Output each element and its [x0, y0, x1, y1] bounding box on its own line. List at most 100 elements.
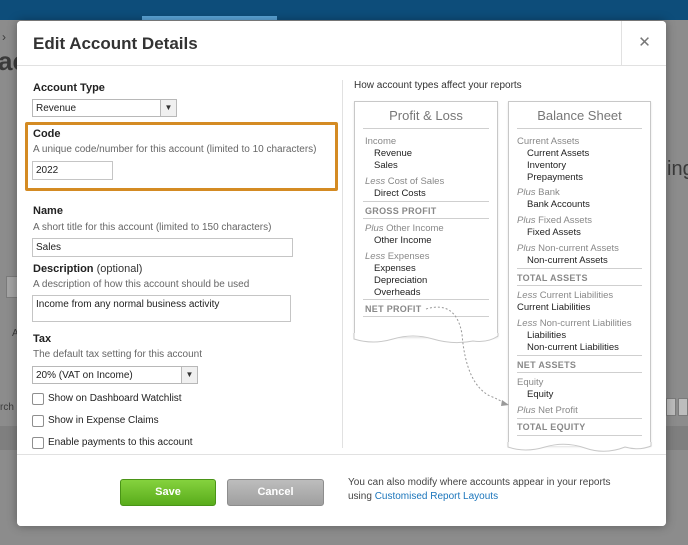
- bs-plus-word-2: Plus: [517, 215, 536, 226]
- enable-payments-checkbox[interactable]: [32, 437, 44, 449]
- bs-noncurrent-assets-group: Plus Non-current Assets: [517, 243, 619, 254]
- bs-current-assets: Current Assets: [527, 148, 590, 159]
- pl-sales: Sales: [374, 160, 398, 171]
- bs-inventory: Inventory: [527, 160, 567, 171]
- dialog-footer: Save Cancel You can also modify where ac…: [17, 454, 666, 526]
- footer-note: You can also modify where accounts appea…: [348, 476, 628, 504]
- pl-direct-costs: Direct Costs: [374, 188, 426, 199]
- bs-bank-group: Plus Bank: [517, 187, 560, 198]
- bs-net-assets: NET ASSETS: [517, 360, 577, 370]
- bs-equity-group: Equity: [517, 377, 544, 388]
- edit-account-dialog: Edit Account Details ✕ Account Type Reve…: [17, 21, 666, 526]
- bs-total-equity-rule-top: [517, 418, 642, 419]
- cancel-button[interactable]: Cancel: [227, 479, 324, 506]
- bs-less-word-2: Less: [517, 318, 538, 329]
- save-button[interactable]: Save: [120, 479, 216, 506]
- bs-total-assets: TOTAL ASSETS: [517, 273, 588, 283]
- account-type-select[interactable]: Revenue ▼: [32, 99, 177, 117]
- bs-fixed-assets-group-text: Fixed Assets: [538, 215, 592, 226]
- pl-plus-word: Plus: [365, 223, 384, 234]
- bs-bank-accounts: Bank Accounts: [527, 199, 590, 210]
- account-type-value: Revenue: [36, 103, 77, 114]
- name-input[interactable]: Sales: [32, 238, 293, 257]
- expense-claims-checkbox[interactable]: [32, 415, 44, 427]
- bs-net-profit-group: Plus Net Profit: [517, 405, 578, 416]
- tax-select[interactable]: 20% (VAT on Income) ▼: [32, 366, 198, 384]
- name-label: Name: [33, 205, 63, 217]
- bs-total-assets-rule-bottom: [517, 285, 642, 286]
- background-control-fragment-2: [678, 398, 688, 416]
- description-hint: A description of how this account should…: [33, 279, 250, 290]
- bs-equity: Equity: [527, 389, 554, 400]
- tax-label: Tax: [33, 333, 52, 345]
- bs-current-liabilities-group-text: Current Liabilities: [539, 290, 614, 301]
- net-profit-connector-arrow: [425, 306, 509, 406]
- pl-other-income: Other Income: [374, 235, 432, 246]
- description-textarea[interactable]: Income from any normal business activity: [32, 295, 291, 322]
- pl-gross-rule-top: [363, 201, 489, 202]
- background-row-fragment-2: [666, 426, 688, 450]
- background-breadcrumb-fragment: ›: [2, 30, 6, 44]
- close-icon[interactable]: ✕: [622, 21, 667, 66]
- background-search-fragment: rch: [0, 402, 14, 413]
- tax-hint: The default tax setting for this account: [33, 349, 202, 360]
- pl-net-profit: NET PROFIT: [365, 304, 422, 314]
- dashboard-watchlist-checkbox[interactable]: [32, 393, 44, 405]
- bs-fixed-assets-group: Plus Fixed Assets: [517, 215, 592, 226]
- balance-sheet-report: Balance Sheet Current Assets Current Ass…: [508, 101, 651, 446]
- pl-other-income-group: Plus Other Income: [365, 223, 444, 234]
- column-divider: [342, 80, 343, 448]
- bs-noncurrent-liabilities-group-text: Non-current Liabilities: [539, 318, 632, 329]
- chevron-down-icon[interactable]: ▼: [160, 100, 176, 116]
- pl-expenses-group: Less Expenses: [365, 251, 429, 262]
- background-control-fragment: [666, 398, 676, 416]
- bs-current-liabilities-group: Less Current Liabilities: [517, 290, 613, 301]
- dialog-title: Edit Account Details: [33, 34, 198, 53]
- pl-income-group: Income: [365, 136, 397, 147]
- pl-less-word: Less: [365, 176, 386, 187]
- pl-revenue: Revenue: [374, 148, 413, 159]
- bs-total-equity-rule-bottom: [517, 435, 642, 436]
- pl-cost-of-sales-text: Cost of Sales: [387, 176, 445, 187]
- bs-net-assets-rule-top: [517, 355, 642, 356]
- dashboard-watchlist-label: Show on Dashboard Watchlist: [48, 393, 182, 404]
- bs-plus-word-3: Plus: [517, 243, 536, 254]
- tax-value: 20% (VAT on Income): [36, 370, 133, 381]
- name-hint: A short title for this account (limited …: [33, 222, 272, 233]
- description-optional-text: (optional): [96, 263, 143, 275]
- bs-net-assets-rule-bottom: [517, 372, 642, 373]
- chevron-down-icon[interactable]: ▼: [181, 367, 197, 383]
- expense-claims-label: Show in Expense Claims: [48, 415, 159, 426]
- profit-loss-report: Profit & Loss Income Revenue Sales Less …: [354, 101, 498, 337]
- bs-noncurrent-liabilities: Non-current Liabilities: [527, 342, 619, 353]
- bs-plus-word-4: Plus: [517, 405, 536, 416]
- profit-loss-title-rule: [363, 128, 489, 129]
- profit-loss-title: Profit & Loss: [389, 108, 463, 123]
- pl-expenses: Expenses: [374, 263, 416, 274]
- background-row-fragment: [0, 426, 17, 450]
- bs-noncurrent-assets-group-text: Non-current Assets: [538, 243, 619, 254]
- customised-report-layouts-link[interactable]: Customised Report Layouts: [375, 491, 498, 502]
- description-label: Description (optional): [33, 263, 142, 275]
- bs-plus-word: Plus: [517, 187, 536, 198]
- pl-gross-profit: GROSS PROFIT: [365, 206, 437, 216]
- pl-depreciation: Depreciation: [374, 275, 428, 286]
- bs-less-word: Less: [517, 290, 538, 301]
- balance-sheet-title-rule: [517, 128, 642, 129]
- dialog-header: Edit Account Details ✕: [17, 21, 666, 66]
- background-heading-fragment: ing: [667, 158, 688, 180]
- bs-total-assets-rule-top: [517, 268, 642, 269]
- background-top-bar: [0, 0, 688, 20]
- bs-net-profit-text: Net Profit: [538, 405, 578, 416]
- reports-panel-heading: How account types affect your reports: [354, 80, 522, 91]
- bs-prepayments: Prepayments: [527, 172, 583, 183]
- code-label: Code: [33, 128, 61, 140]
- bs-current-assets-group: Current Assets: [517, 136, 580, 147]
- pl-less-word-2: Less: [365, 251, 386, 262]
- pl-expenses-group-text: Expenses: [387, 251, 430, 262]
- description-label-text: Description: [33, 263, 94, 275]
- code-input[interactable]: 2022: [32, 161, 113, 180]
- code-field-highlight: [25, 122, 338, 191]
- pl-overheads: Overheads: [374, 287, 421, 298]
- bs-total-equity: TOTAL EQUITY: [517, 422, 586, 432]
